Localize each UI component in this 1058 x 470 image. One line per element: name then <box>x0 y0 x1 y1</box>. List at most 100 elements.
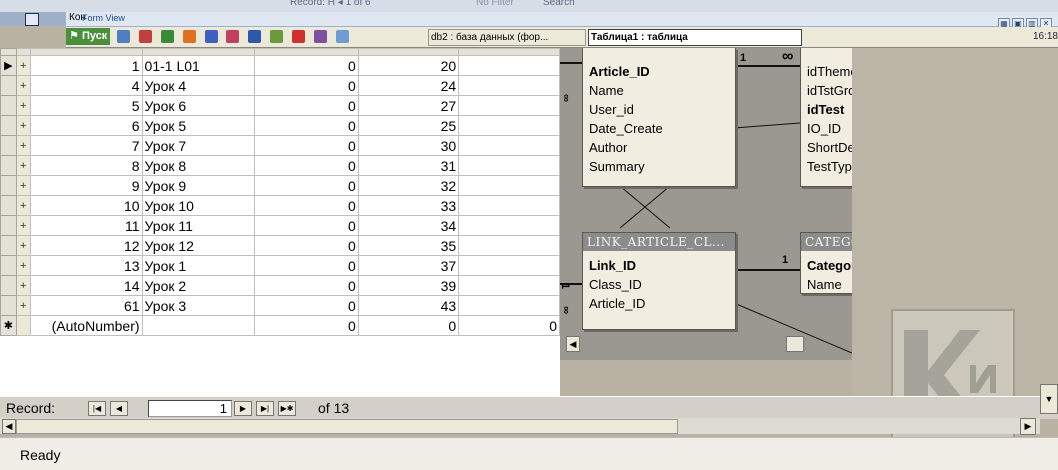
field-testtype[interactable]: TestType <box>801 157 852 176</box>
link-article-table-box[interactable]: LINK_ARTICLE_CL... Link_ID Class_ID Arti… <box>582 232 736 330</box>
table-row[interactable]: + 4 Урок 4 0 24 <box>0 75 560 96</box>
first-record-icon[interactable]: |◀ <box>88 401 106 416</box>
cell-lesson-id[interactable]: 9 <box>29 175 143 196</box>
expand-icon[interactable]: + <box>15 215 31 236</box>
cell-lesson-name[interactable]: Урок 12 <box>141 235 255 256</box>
table-row[interactable]: + 10 Урок 10 0 33 <box>0 195 560 216</box>
cell-theme-id[interactable]: 37 <box>357 255 460 276</box>
row-selector[interactable] <box>0 275 17 296</box>
field-article-id[interactable]: Article_ID <box>583 62 735 81</box>
scroll-down-icon[interactable]: ▼ <box>1040 384 1058 414</box>
field-link-id[interactable]: Link_ID <box>583 256 735 275</box>
cell-extra[interactable] <box>458 235 560 256</box>
table-row[interactable]: + 8 Урок 8 0 31 <box>0 155 560 176</box>
scroll-thumb[interactable] <box>16 419 678 434</box>
new-record-icon[interactable]: ✱ <box>0 315 17 336</box>
cell-owner-id[interactable]: 0 <box>253 155 359 176</box>
table-icon[interactable] <box>25 13 39 26</box>
table-row[interactable]: + 13 Урок 1 0 37 <box>0 255 560 276</box>
cell-owner-id[interactable]: 0 <box>253 255 359 276</box>
cell-owner-id[interactable]: 0 <box>253 295 359 316</box>
cell-theme-id[interactable]: 35 <box>357 235 460 256</box>
row-selector[interactable] <box>0 235 17 256</box>
scroll-left-icon[interactable]: ◀ <box>2 419 16 434</box>
table-row[interactable]: + 7 Урок 7 0 30 <box>0 135 560 156</box>
table-row[interactable]: + 61 Урок 3 0 43 <box>0 295 560 316</box>
cell-extra[interactable] <box>458 115 560 136</box>
cell-theme-id[interactable]: 30 <box>357 135 460 156</box>
cell-owner-id[interactable]: 0 <box>253 275 359 296</box>
cell-extra[interactable] <box>458 55 560 76</box>
previous-record-icon[interactable]: ◀ <box>110 401 128 416</box>
cell-extra[interactable] <box>458 75 560 96</box>
table-row[interactable]: + 9 Урок 9 0 32 <box>0 175 560 196</box>
cell-lesson-name[interactable]: 01-1 L01 <box>141 55 255 76</box>
row-selector[interactable] <box>0 215 17 236</box>
field-io-id[interactable]: IO_ID <box>801 119 852 138</box>
cell-extra[interactable] <box>458 155 560 176</box>
expand-icon[interactable]: + <box>15 55 31 76</box>
cell-lesson-id[interactable]: 11 <box>29 215 143 236</box>
cell-lesson-id[interactable]: 4 <box>29 75 143 96</box>
cell-lesson-name[interactable]: Урок 2 <box>141 275 255 296</box>
field-shortdescr[interactable]: ShortDescr <box>801 138 852 157</box>
cell-lesson-id[interactable]: 13 <box>29 255 143 276</box>
row-selector[interactable] <box>0 195 17 216</box>
cell-extra[interactable] <box>458 275 560 296</box>
row-selector[interactable] <box>0 295 17 316</box>
test-table-box[interactable]: ▲ ▼ idTheme idTstGroup idTest IO_ID Shor… <box>800 48 852 187</box>
field-idtheme[interactable]: idTheme <box>801 62 852 81</box>
cell-lesson-id[interactable]: 5 <box>29 95 143 116</box>
cell-theme-id[interactable]: 27 <box>357 95 460 116</box>
table-row[interactable]: + 6 Урок 5 0 25 <box>0 115 560 136</box>
expand-icon[interactable]: + <box>15 295 31 316</box>
cell-lesson-id[interactable]: 8 <box>29 155 143 176</box>
table-row[interactable]: ▶ + 1 01-1 L01 0 20 <box>0 55 560 76</box>
search-box[interactable]: Search <box>543 0 575 8</box>
col-header-theme-id[interactable] <box>357 48 460 56</box>
media-icon[interactable] <box>314 30 328 43</box>
table-row[interactable]: + 12 Урок 12 0 35 <box>0 235 560 256</box>
field-user-id[interactable]: User_id <box>583 100 735 119</box>
field-summary[interactable]: Summary <box>583 157 735 176</box>
cell-owner-id[interactable]: 0 <box>253 135 359 156</box>
cell-owner-id[interactable]: 0 <box>253 95 359 116</box>
explorer-icon[interactable] <box>117 30 130 43</box>
excel-icon[interactable] <box>160 30 174 43</box>
scroll-thumb[interactable] <box>786 336 804 352</box>
cell-extra[interactable] <box>458 95 560 116</box>
cell-lesson-name[interactable]: Урок 9 <box>141 175 255 196</box>
tool-icon[interactable] <box>270 30 284 43</box>
cell-theme-id[interactable]: 31 <box>357 155 460 176</box>
cell-extra[interactable] <box>458 295 560 316</box>
cell-theme-id[interactable]: 20 <box>357 55 460 76</box>
col-header-lesson-name[interactable] <box>141 48 255 56</box>
expand-icon[interactable]: + <box>15 255 31 276</box>
powerpoint-icon[interactable] <box>226 30 240 43</box>
col-header-owner-id[interactable] <box>253 48 359 56</box>
cell-owner-id[interactable]: 0 <box>253 75 359 96</box>
expand-icon[interactable]: + <box>15 175 31 196</box>
field-name[interactable]: Name <box>801 275 852 294</box>
cell-theme-id[interactable]: 24 <box>357 75 460 96</box>
cell-owner-id[interactable]: 0 <box>253 215 359 236</box>
cell-lesson-name[interactable]: Урок 10 <box>141 195 255 216</box>
cell-lesson-id[interactable]: 14 <box>29 275 143 296</box>
cell-lesson-name[interactable]: Урок 7 <box>141 135 255 156</box>
cell-owner-id[interactable]: 0 <box>253 55 359 76</box>
cell-lesson-name[interactable] <box>141 315 255 336</box>
taskbar-item-table1[interactable]: Таблица1 : таблица <box>588 29 802 46</box>
col-header-extra[interactable] <box>458 48 560 56</box>
cell-lesson-name[interactable]: Урок 8 <box>141 155 255 176</box>
expand-icon[interactable]: + <box>15 155 31 176</box>
field-idtstgroup[interactable]: idTstGroup <box>801 81 852 100</box>
expand-icon[interactable]: + <box>15 95 31 116</box>
cell-extra[interactable] <box>458 215 560 236</box>
cell-lesson-id[interactable]: 12 <box>29 235 143 256</box>
cell-theme-id[interactable]: 0 <box>357 315 460 336</box>
col-header-lesson-id[interactable] <box>29 48 143 56</box>
table-row[interactable]: + 14 Урок 2 0 39 <box>0 275 560 296</box>
app-icon[interactable] <box>182 30 196 43</box>
cell-lesson-id[interactable]: 10 <box>29 195 143 216</box>
access-icon[interactable] <box>292 30 306 43</box>
